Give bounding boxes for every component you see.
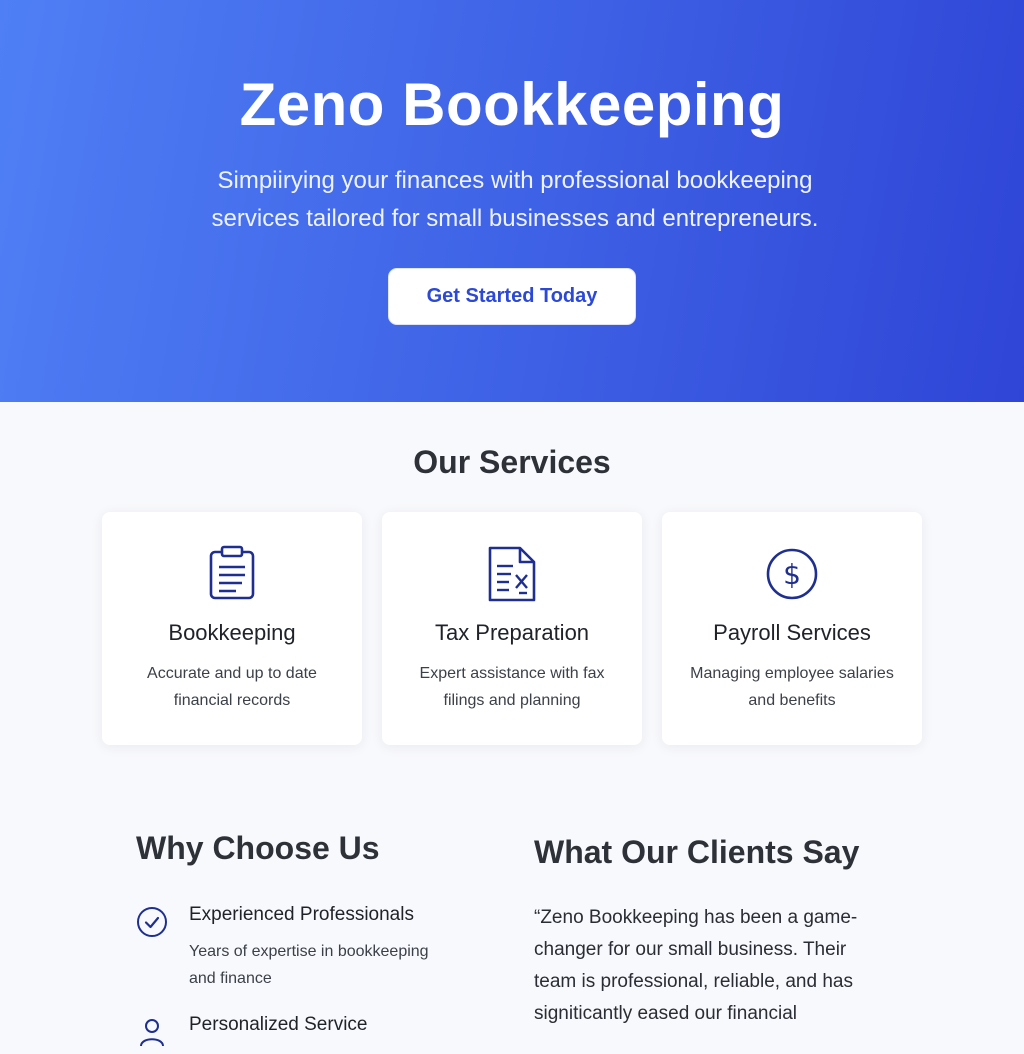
why-choose-us-heading: Why Choose Us [136, 830, 380, 866]
service-description: Expert assistance with fax filings and p… [419, 665, 605, 709]
why-item-title: Personalized Service [189, 1014, 368, 1035]
why-item-title: Experienced Professionals [189, 904, 414, 925]
service-card-payroll: $ Payroll Services Managing employee sal… [662, 512, 922, 745]
service-description: Managing employee salaries and benefits [690, 665, 894, 709]
dollar-circle-icon: $ [766, 548, 818, 600]
hero-title: Zeno Bookkeeping [239, 71, 785, 138]
service-title: Payroll Services [713, 620, 871, 645]
svg-text:$: $ [783, 558, 801, 591]
why-item-experienced: Experienced Professionals Years of exper… [136, 904, 466, 994]
testimonial-quote: “Zeno Bookkeeping has been a game-change… [534, 907, 858, 1024]
service-card-bookkeeping: Bookkeeping Accurate and up to date fina… [102, 512, 362, 745]
services-heading: Our Services [413, 444, 611, 480]
service-title: Bookkeeping [168, 620, 296, 645]
hero-subtitle: Simpiirying your finances with professio… [211, 167, 819, 232]
clipboard-icon [209, 545, 255, 600]
service-title: Tax Preparation [434, 620, 590, 645]
tax-document-icon [488, 546, 536, 602]
why-item-description: Years of expertise in bookkeeping and fi… [189, 943, 429, 987]
testimonials-heading: What Our Clients Say [534, 834, 860, 870]
service-description: Accurate and up to date financial record… [147, 665, 317, 709]
check-circle-icon [137, 907, 167, 937]
why-item-personalized: Personalized Service [136, 1014, 466, 1054]
get-started-button[interactable]: Get Started Today [388, 268, 636, 325]
hero-section: Zeno Bookkeeping Simpiirying your financ… [0, 0, 1024, 402]
person-icon [140, 1019, 164, 1047]
service-card-tax-preparation: Tax Preparation Expert assistance with f… [382, 512, 642, 745]
